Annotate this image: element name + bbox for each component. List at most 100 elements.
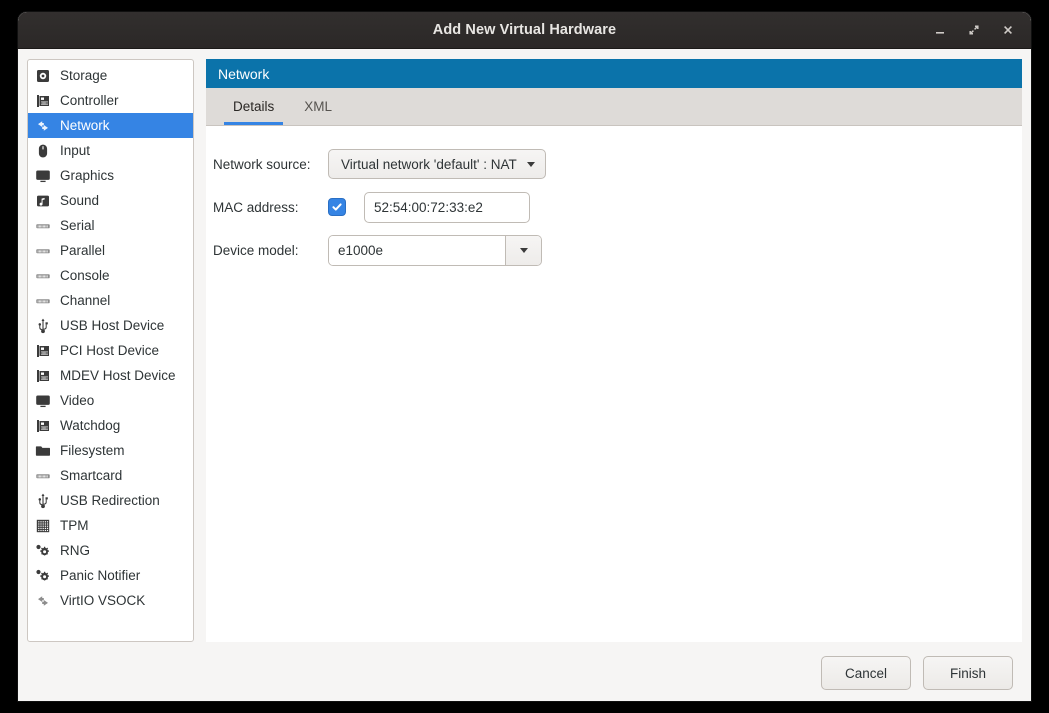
device-model-dropdown-button[interactable] <box>505 235 541 265</box>
sidebar-item-label: Parallel <box>60 243 106 258</box>
close-button[interactable] <box>995 17 1021 43</box>
device-model-value: e1000e <box>338 242 384 258</box>
sidebar-item-pci-host-device[interactable]: PCI Host Device <box>28 338 193 363</box>
sidebar-item-label: Serial <box>60 218 95 233</box>
chevron-down-icon <box>519 247 528 253</box>
sidebar-item-serial[interactable]: Serial <box>28 213 193 238</box>
content-panel: Network Details XML Network source: Virtu… <box>206 59 1022 642</box>
mac-address-label: MAC address: <box>213 199 299 215</box>
sidebar-item-usb-redirection[interactable]: USB Redirection <box>28 488 193 513</box>
sidebar-item-label: Network <box>60 118 110 133</box>
mac-address-input[interactable]: 52:54:00:72:33:e2 <box>364 191 530 223</box>
sidebar-item-label: Input <box>60 143 91 158</box>
chip-grid-icon <box>35 518 51 534</box>
sidebar-item-input[interactable]: Input <box>28 138 193 163</box>
sidebar-item-label: Panic Notifier <box>60 568 141 583</box>
tab-bar[interactable]: Details XML <box>206 88 1022 126</box>
page-title-banner: Network <box>206 59 1022 88</box>
chevron-down-icon <box>526 161 535 167</box>
usb-icon <box>35 318 51 334</box>
sidebar-item-parallel[interactable]: Parallel <box>28 238 193 263</box>
finish-button[interactable]: Finish <box>923 656 1013 690</box>
sidebar-item-virtio-vsock[interactable]: VirtIO VSOCK <box>28 588 193 613</box>
sidebar-item-mdev-host-device[interactable]: MDEV Host Device <box>28 363 193 388</box>
sidebar-item-label: VirtIO VSOCK <box>60 593 146 608</box>
pci-card-icon <box>35 418 51 434</box>
sidebar-item-label: Channel <box>60 293 111 308</box>
sidebar-item-label: PCI Host Device <box>60 343 160 358</box>
pci-card-icon <box>35 368 51 384</box>
pci-card-icon <box>35 93 51 109</box>
sidebar-item-channel[interactable]: Channel <box>28 288 193 313</box>
sidebar-item-console[interactable]: Console <box>28 263 193 288</box>
serial-port-icon <box>35 468 51 484</box>
network-source-dropdown[interactable]: Virtual network 'default' : NAT <box>328 149 546 179</box>
sidebar-item-watchdog[interactable]: Watchdog <box>28 413 193 438</box>
usb-icon <box>35 493 51 509</box>
window-title: Add New Virtual Hardware <box>432 22 617 38</box>
sidebar-item-label: USB Redirection <box>60 493 160 508</box>
sidebar-item-smartcard[interactable]: Smartcard <box>28 463 193 488</box>
network-arrows-icon <box>35 118 51 134</box>
sidebar-item-usb-host-device[interactable]: USB Host Device <box>28 313 193 338</box>
details-pane: Network source: Virtual network 'default… <box>206 126 1022 642</box>
sidebar-item-label: Controller <box>60 93 119 108</box>
sidebar-item-graphics[interactable]: Graphics <box>28 163 193 188</box>
serial-port-icon <box>35 293 51 309</box>
monitor-icon <box>35 168 51 184</box>
mac-address-checkbox[interactable] <box>328 198 346 216</box>
tab-xml[interactable]: XML <box>289 88 347 125</box>
sidebar-item-network[interactable]: Network <box>28 113 193 138</box>
dialog-footer: Cancel Finish <box>18 642 1031 701</box>
sidebar-item-label: Smartcard <box>60 468 123 483</box>
sidebar-item-panic-notifier[interactable]: Panic Notifier <box>28 563 193 588</box>
monitor-icon <box>35 393 51 409</box>
cancel-button[interactable]: Cancel <box>821 656 911 690</box>
serial-port-icon <box>35 243 51 259</box>
sidebar-item-label: Video <box>60 393 95 408</box>
gear-dot-icon <box>35 568 51 584</box>
sidebar-item-label: USB Host Device <box>60 318 165 333</box>
window-controls <box>927 12 1021 48</box>
sidebar-item-label: Console <box>60 268 110 283</box>
device-model-combo[interactable]: e1000e <box>328 234 542 266</box>
sidebar-item-storage[interactable]: Storage <box>28 63 193 88</box>
sidebar-item-rng[interactable]: RNG <box>28 538 193 563</box>
page-title: Network <box>218 65 270 82</box>
maximize-button[interactable] <box>961 17 987 43</box>
sidebar-item-tpm[interactable]: TPM <box>28 513 193 538</box>
sidebar-item-label: Filesystem <box>60 443 125 458</box>
sidebar-item-label: RNG <box>60 543 90 558</box>
dialog-body: Storage Controller Network Input Graphics Sou… <box>18 49 1031 642</box>
network-source-value: Virtual network 'default' : NAT <box>341 156 517 172</box>
title-bar: Add New Virtual Hardware <box>18 12 1031 49</box>
hardware-type-list[interactable]: Storage Controller Network Input Graphics Sou… <box>27 59 194 642</box>
sidebar-item-sound[interactable]: Sound <box>28 188 193 213</box>
folder-icon <box>35 443 51 459</box>
network-arrows-icon <box>35 593 51 609</box>
device-model-row: Device model: e1000e <box>213 230 1022 270</box>
sound-note-icon <box>35 193 51 209</box>
sidebar-item-label: Sound <box>60 193 100 208</box>
mouse-icon <box>35 143 51 159</box>
sidebar-item-label: Storage <box>60 68 108 83</box>
mac-address-row: MAC address: 52:54:00:72:33:e2 <box>213 187 1022 227</box>
sidebar-item-video[interactable]: Video <box>28 388 193 413</box>
serial-port-icon <box>35 268 51 284</box>
sidebar-item-label: MDEV Host Device <box>60 368 176 383</box>
sidebar-item-label: Watchdog <box>60 418 121 433</box>
pci-card-icon <box>35 343 51 359</box>
device-model-input[interactable]: e1000e <box>329 235 505 265</box>
network-source-row: Network source: Virtual network 'default… <box>213 144 1022 184</box>
minimize-button[interactable] <box>927 17 953 43</box>
sidebar-item-label: TPM <box>60 518 89 533</box>
add-hardware-dialog: Add New Virtual Hardware Storage Controll… <box>18 12 1031 701</box>
device-model-label: Device model: <box>213 242 299 258</box>
tab-details[interactable]: Details <box>218 88 289 125</box>
hard-disk-icon <box>35 68 51 84</box>
sidebar-item-filesystem[interactable]: Filesystem <box>28 438 193 463</box>
mac-address-value: 52:54:00:72:33:e2 <box>374 199 483 215</box>
sidebar-item-label: Graphics <box>60 168 115 183</box>
sidebar-item-controller[interactable]: Controller <box>28 88 193 113</box>
serial-port-icon <box>35 218 51 234</box>
